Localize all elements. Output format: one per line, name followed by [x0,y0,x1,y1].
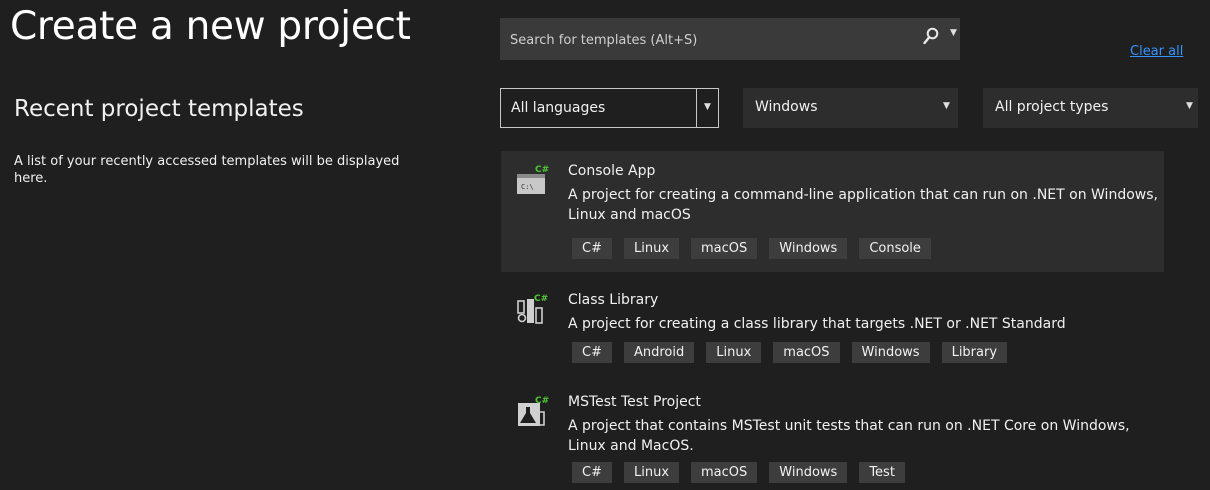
template-tag: Windows [769,462,848,483]
clear-all-link[interactable]: Clear all [1130,44,1183,59]
template-tag: Console [859,238,931,259]
chevron-down-icon[interactable]: ▼ [943,101,950,111]
dropdown-separator [696,89,697,127]
template-tag: Test [859,462,905,483]
project-type-filter-dropdown[interactable]: All project types ▼ [983,88,1198,128]
template-item-class-library[interactable]: C# Class Library A project for creating … [501,280,1164,370]
template-tag: Windows [851,342,930,363]
template-item-console-app[interactable]: C:\ C# Console App A project for creatin… [501,151,1164,272]
template-name: Console App [568,163,656,179]
svg-text:C:\: C:\ [521,183,534,191]
template-description: A project for creating a command-line ap… [568,187,1158,223]
language-filter-dropdown[interactable]: All languages ▼ [500,88,719,128]
template-search-box[interactable] [500,18,960,62]
template-tags: C# Linux macOS Windows Console [572,238,931,259]
template-tag: C# [572,238,612,259]
svg-text:C#: C# [534,294,548,304]
recent-templates-empty-message: A list of your recently accessed templat… [14,154,400,186]
template-tag: C# [572,462,612,483]
search-icon[interactable] [923,27,939,49]
template-tag: Library [941,342,1008,363]
page-title: Create a new project [10,4,411,49]
template-name: Class Library [568,292,659,308]
template-item-mstest-test-project[interactable]: C# MSTest Test Project A project that co… [501,382,1164,490]
template-description: A project that contains MSTest unit test… [568,418,1130,454]
template-tags: C# Linux macOS Windows Test [572,462,905,483]
search-options-chevron-icon[interactable]: ▼ [950,28,957,38]
platform-filter-dropdown[interactable]: Windows ▼ [743,88,958,128]
template-tag: Android [623,342,695,363]
template-tag: Linux [623,238,680,259]
platform-filter-value: Windows [755,99,818,115]
template-tags: C# Android Linux macOS Windows Library [572,342,1008,363]
language-filter-value: All languages [511,100,606,116]
chevron-down-icon[interactable]: ▼ [704,102,711,112]
template-tag: macOS [691,462,758,483]
template-tag: Linux [706,342,762,363]
template-name: MSTest Test Project [568,394,701,410]
template-tag: Windows [769,238,848,259]
project-type-filter-value: All project types [995,99,1109,115]
chevron-down-icon[interactable]: ▼ [1186,101,1193,111]
template-description: A project for creating a class library t… [568,316,1066,332]
template-tag: macOS [773,342,840,363]
mstest-project-icon: C# [516,394,550,428]
template-search-input[interactable] [508,18,912,62]
svg-text:C#: C# [535,165,549,175]
svg-text:C#: C# [535,396,549,406]
template-tag: C# [572,342,612,363]
template-tag: Linux [623,462,680,483]
recent-templates-heading: Recent project templates [14,96,304,122]
template-tag: macOS [691,238,758,259]
console-app-icon: C:\ C# [516,163,550,197]
class-library-icon: C# [516,292,550,326]
